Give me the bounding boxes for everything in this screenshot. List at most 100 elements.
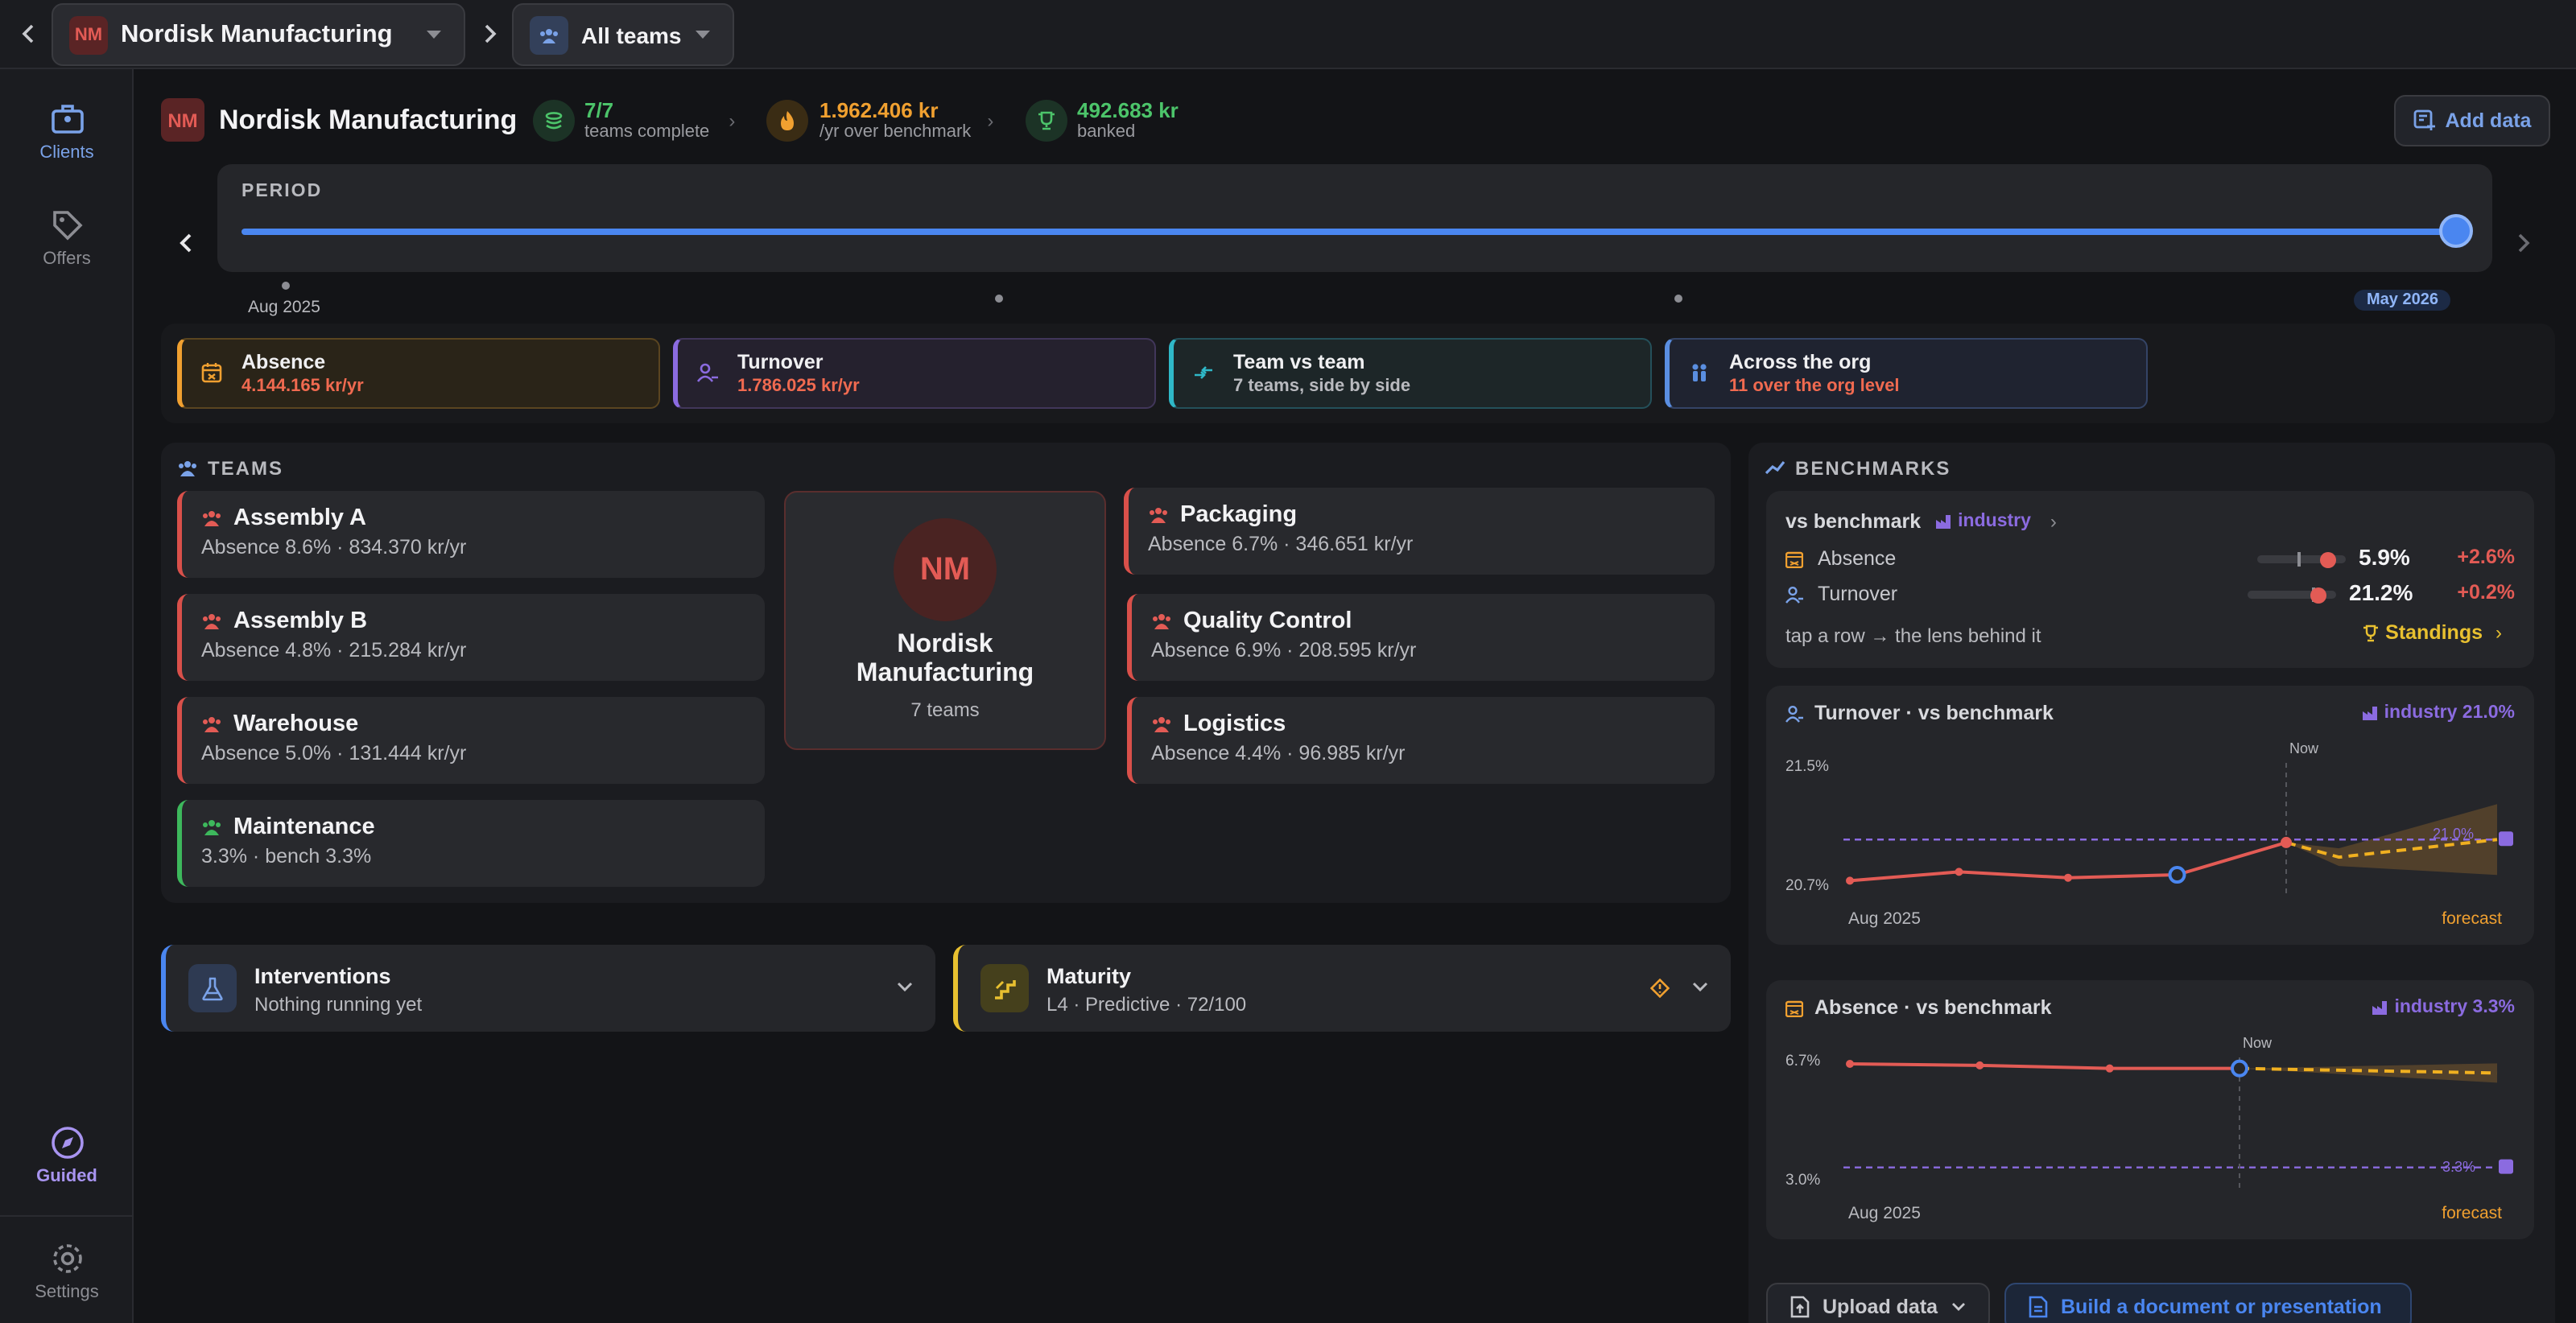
benchmarks-title: BENCHMARKS (1795, 457, 1951, 480)
period-prev-button[interactable] (177, 230, 196, 256)
period-slider[interactable]: PERIOD (217, 164, 2492, 272)
build-document-button[interactable]: Build a document or presentation (2004, 1283, 2412, 1323)
sidebar-item-offers[interactable]: Offers (0, 208, 134, 269)
top-bar: NM Nordisk Manufacturing All teams (0, 0, 2576, 69)
stat-banked[interactable]: 492.683 kr banked (1026, 98, 1179, 142)
sidebar-item-label: Settings (35, 1283, 99, 1302)
benchmark-row-name: Turnover (1818, 583, 1898, 605)
y-axis-top-label: 21.5% (1785, 758, 1829, 776)
people-icon (203, 614, 221, 629)
benchmark-row-turnover[interactable]: Turnover 21.2% +0.2% (1785, 579, 2515, 610)
chevron-down-icon (1951, 1302, 1965, 1312)
data-point (2064, 873, 2072, 882)
lens-absence[interactable]: Absence 4.144.165 kr/yr (177, 338, 660, 409)
team-card-logistics[interactable]: Logistics Absence 4.4% · 96.985 kr/yr (1127, 697, 1715, 784)
team-name: Assembly A (233, 505, 366, 531)
benchmark-row-value: 21.2% (2349, 579, 2413, 605)
sidebar-item-clients[interactable]: Clients (0, 101, 134, 163)
compass-icon (51, 1127, 83, 1159)
vs-benchmark-label: vs benchmark (1785, 510, 1922, 533)
team-name: Quality Control (1183, 608, 1352, 634)
benchmark-row-absence[interactable]: Absence 5.9% +2.6% (1785, 544, 2515, 575)
sidebar-item-settings[interactable]: Settings (0, 1241, 134, 1302)
trend-icon (1765, 461, 1785, 475)
forecast-band (2240, 1063, 2497, 1083)
benchmark-value-dot (2310, 587, 2326, 603)
lens-across-org[interactable]: Across the org 11 over the org level (1665, 338, 2148, 409)
sidebar-item-guided[interactable]: Guided (0, 1125, 134, 1186)
add-data-label: Add data (2445, 109, 2532, 132)
org-avatar: NM (161, 98, 204, 142)
calendar-icon (201, 362, 222, 383)
org-center-name: Nordisk Manufacturing (856, 631, 1034, 687)
maturity-panel[interactable]: Maturity L4 · Predictive · 72/100 (953, 945, 1731, 1032)
turnover-chart-card[interactable]: Turnover · vs benchmark industry 21.0% 2… (1766, 686, 2534, 945)
team-card-assembly-b[interactable]: Assembly B Absence 4.8% · 215.284 kr/yr (177, 594, 765, 681)
trophy-icon (1026, 99, 1067, 141)
standings-label: Standings (2385, 621, 2483, 644)
sidebar-divider (0, 1215, 134, 1217)
sidebar: Clients Offers Guided Settings (0, 69, 134, 1323)
team-name: Warehouse (233, 711, 359, 737)
org-switcher[interactable]: NM Nordisk Manufacturing (52, 3, 465, 66)
benchmark-summary: vs benchmark industry › Absence 5.9% +2.… (1766, 491, 2534, 668)
period-tick (282, 282, 290, 290)
interventions-subtitle: Nothing running yet (254, 993, 423, 1016)
teams-filter[interactable]: All teams (512, 3, 734, 66)
standings-link[interactable]: Standings › (2361, 621, 2502, 644)
selected-point (2231, 1059, 2248, 1078)
org-center-card[interactable]: NM Nordisk Manufacturing 7 teams (784, 491, 1106, 750)
benchmark-row-name: Absence (1818, 547, 1897, 570)
benchmark-marker (2499, 831, 2513, 847)
team-card-assembly-a[interactable]: Assembly A Absence 8.6% · 834.370 kr/yr (177, 491, 765, 578)
calendar-icon (1785, 551, 1803, 568)
warning-diamond-icon (1650, 979, 1670, 998)
org-switcher-label: Nordisk Manufacturing (121, 20, 393, 47)
add-data-button[interactable]: Add data (2394, 95, 2550, 146)
data-point (2281, 836, 2292, 848)
benchmark-row-delta: +2.6% (2457, 546, 2515, 568)
period-label: PERIOD (242, 182, 323, 201)
person-minus-icon (697, 362, 718, 383)
absence-chart-card[interactable]: Absence · vs benchmark industry 3.3% 6.7… (1766, 980, 2534, 1239)
gear-icon (52, 1244, 81, 1273)
team-card-maintenance[interactable]: Maintenance 3.3% · bench 3.3% (177, 800, 765, 887)
stat-label: banked (1077, 122, 1136, 142)
team-name: Maintenance (233, 814, 375, 840)
lens-turnover[interactable]: Turnover 1.786.025 kr/yr (673, 338, 1156, 409)
benchmark-source-selector[interactable]: vs benchmark industry › (1785, 510, 2057, 533)
data-point (2105, 1064, 2114, 1073)
period-handle[interactable] (2439, 214, 2473, 248)
document-icon (2029, 1296, 2048, 1318)
team-card-packaging[interactable]: Packaging Absence 6.7% · 346.651 kr/yr (1124, 488, 1715, 575)
stat-teams-complete[interactable]: 7/7 teams complete › (533, 98, 735, 142)
team-stat: Absence 5.0% · 131.444 kr/yr (201, 742, 467, 765)
benchmark-row-delta: +0.2% (2457, 581, 2515, 604)
page-header: NM Nordisk Manufacturing (161, 98, 517, 142)
lens-team-vs-team[interactable]: Team vs team 7 teams, side by side (1169, 338, 1652, 409)
build-document-label: Build a document or presentation (2061, 1296, 2382, 1318)
team-name: Logistics (1183, 711, 1286, 737)
tag-icon (52, 211, 82, 241)
lens-subtitle: 7 teams, side by side (1233, 377, 1411, 396)
benchmark-meter (2257, 551, 2346, 567)
sidebar-item-label: Clients (39, 143, 94, 163)
upload-data-button[interactable]: Upload data (1766, 1283, 1990, 1323)
lens-title: Absence (242, 351, 326, 373)
chevron-right-icon: › (729, 109, 736, 131)
period-next-button[interactable] (2513, 230, 2533, 256)
team-card-quality-control[interactable]: Quality Control Absence 6.9% · 208.595 k… (1127, 594, 1715, 681)
interventions-panel[interactable]: Interventions Nothing running yet (161, 945, 935, 1032)
stat-over-benchmark[interactable]: 1.962.406 kr /yr over benchmark › (766, 98, 993, 142)
benchmark-meter (2248, 587, 2336, 603)
y-axis-top-label: 6.7% (1785, 1053, 1821, 1070)
back-chevron-icon[interactable] (19, 21, 39, 47)
stat-value: 492.683 kr (1077, 98, 1179, 122)
x-axis-label: Aug 2025 (1848, 1204, 1921, 1223)
team-card-warehouse[interactable]: Warehouse Absence 5.0% · 131.444 kr/yr (177, 697, 765, 784)
compare-arrows-icon (1193, 362, 1214, 383)
interventions-title: Interventions (254, 964, 391, 988)
team-name: Assembly B (233, 608, 368, 634)
people-icon (179, 461, 196, 476)
lens-title: Team vs team (1233, 351, 1365, 373)
